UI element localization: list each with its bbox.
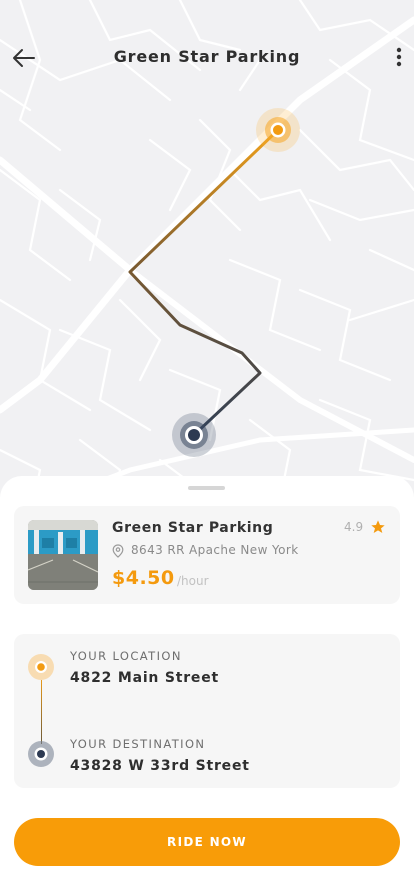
star-icon — [371, 520, 385, 533]
parking-address: 8643 RR Apache New York — [131, 543, 299, 557]
parking-price: $4.50 — [112, 567, 175, 589]
parking-thumbnail — [28, 520, 98, 590]
destination-label: YOUR DESTINATION — [70, 737, 206, 751]
parking-name: Green Star Parking — [112, 520, 274, 536]
route-connector — [41, 680, 42, 744]
more-options-button[interactable] — [388, 44, 410, 72]
price-unit: /hour — [177, 574, 209, 588]
origin-dot-icon — [28, 654, 54, 680]
more-vertical-icon — [396, 47, 402, 67]
parking-card[interactable]: Green Star Parking 4.9 8643 RR Apache Ne… — [14, 506, 400, 604]
route-card: YOUR LOCATION 4822 Main Street YOUR DEST… — [14, 634, 400, 788]
location-value[interactable]: 4822 Main Street — [70, 670, 219, 686]
page-title: Green Star Parking — [113, 47, 301, 66]
ride-now-button[interactable]: RIDE NOW — [14, 818, 400, 866]
route-path — [128, 128, 280, 437]
destination-dot-icon — [28, 741, 54, 767]
location-label: YOUR LOCATION — [70, 649, 182, 663]
bottom-sheet: Green Star Parking 4.9 8643 RR Apache Ne… — [0, 476, 414, 896]
parking-garage-image — [28, 520, 98, 590]
location-pin-icon — [112, 544, 124, 558]
rating-value: 4.9 — [344, 520, 364, 534]
origin-marker[interactable] — [172, 413, 216, 457]
app-header: Green Star Parking — [0, 0, 414, 116]
destination-value[interactable]: 43828 W 33rd Street — [70, 758, 250, 774]
drag-handle[interactable] — [188, 486, 225, 490]
